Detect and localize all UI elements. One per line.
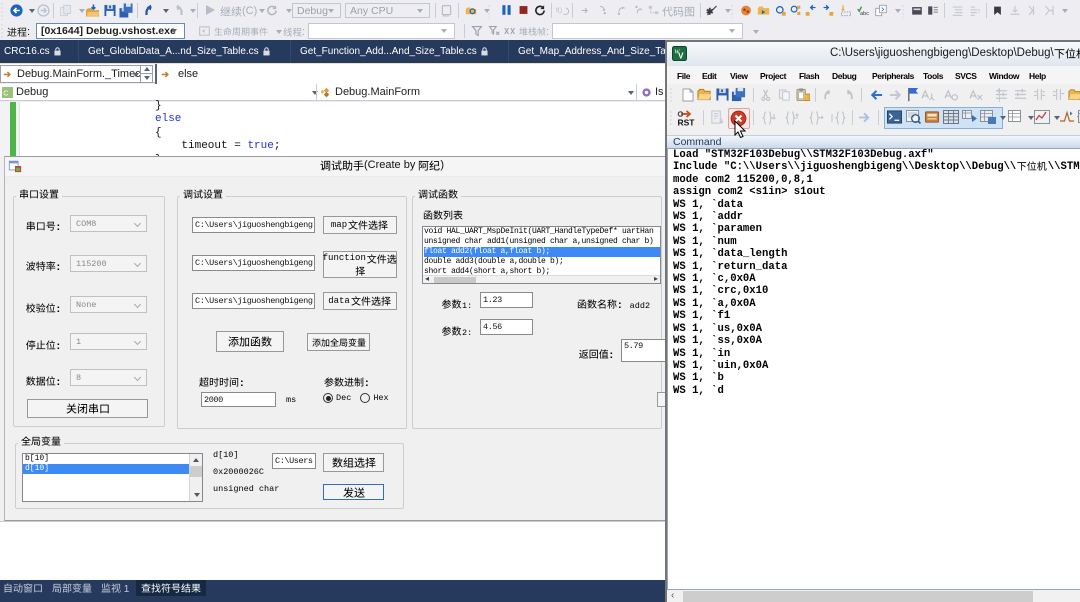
svg-text:?: ? xyxy=(977,8,981,15)
svg-text:✱: ✱ xyxy=(706,6,714,16)
svg-text:abc: abc xyxy=(860,11,869,17)
svg-text:C: C xyxy=(3,90,8,97)
svg-text:f(): f() xyxy=(556,7,562,14)
svg-text:RST: RST xyxy=(678,118,696,128)
svg-text:V: V xyxy=(678,52,684,61)
